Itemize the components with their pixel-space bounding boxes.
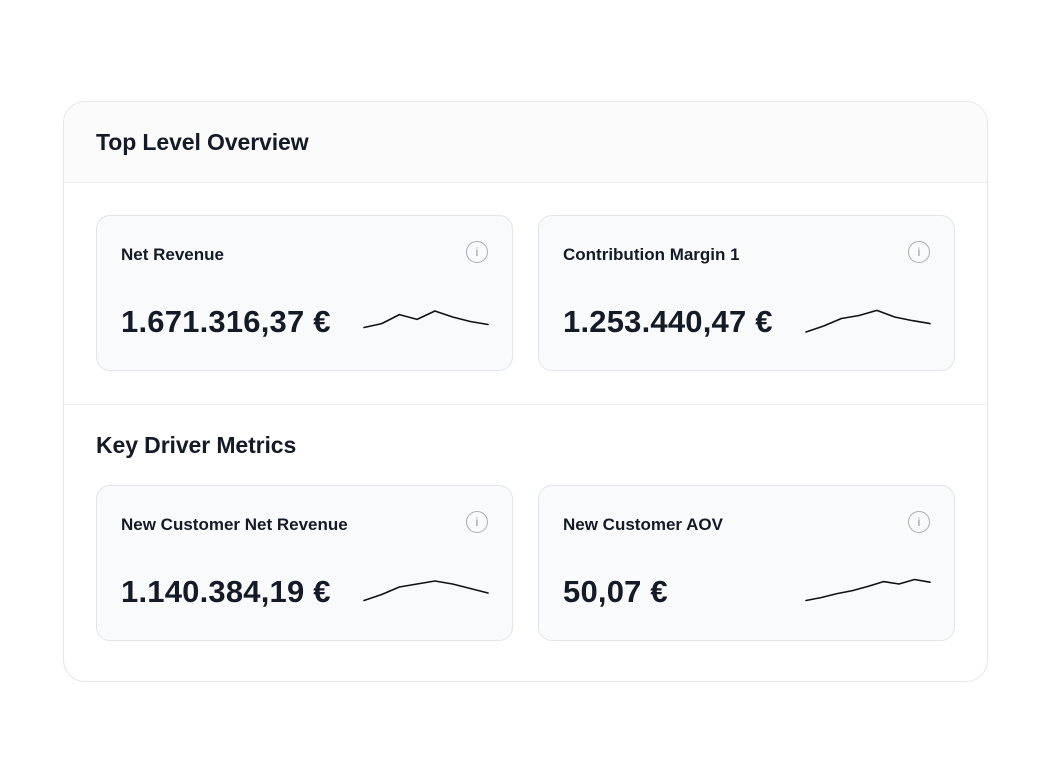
sparkline-line <box>363 580 489 602</box>
section-title-top-level: Top Level Overview <box>96 129 309 155</box>
sparkline-chart <box>363 580 489 602</box>
sparkline-chart <box>805 309 931 333</box>
info-icon[interactable]: i <box>908 241 930 263</box>
sparkline-line <box>805 309 931 333</box>
metric-card-contribution-margin[interactable]: Contribution Margin 1 i 1.253.440,47 € <box>538 215 955 371</box>
info-icon[interactable]: i <box>908 511 930 533</box>
metric-value: 50,07 € <box>563 574 668 609</box>
sparkline-chart <box>805 578 931 602</box>
info-icon[interactable]: i <box>466 241 488 263</box>
sparkline-line <box>805 578 931 602</box>
metric-card-new-customer-aov[interactable]: New Customer AOV i 50,07 € <box>538 485 955 641</box>
overview-panel: Top Level Overview Net Revenue i 1.671.3… <box>63 101 988 682</box>
metric-label: Net Revenue <box>121 245 224 264</box>
metric-value: 1.140.384,19 € <box>121 574 331 609</box>
metric-value: 1.253.440,47 € <box>563 304 773 339</box>
sparkline-line <box>363 310 489 329</box>
metric-card-net-revenue[interactable]: Net Revenue i 1.671.316,37 € <box>96 215 513 371</box>
section-title-key-drivers: Key Driver Metrics <box>96 432 297 458</box>
metric-card-new-customer-net-revenue[interactable]: New Customer Net Revenue i 1.140.384,19 … <box>96 485 513 641</box>
info-icon[interactable]: i <box>466 511 488 533</box>
metric-label: New Customer AOV <box>563 515 723 534</box>
sparkline-chart <box>363 310 489 329</box>
metric-label: Contribution Margin 1 <box>563 245 740 264</box>
metric-value: 1.671.316,37 € <box>121 304 331 339</box>
metric-label: New Customer Net Revenue <box>121 515 348 534</box>
section-divider <box>64 404 987 405</box>
